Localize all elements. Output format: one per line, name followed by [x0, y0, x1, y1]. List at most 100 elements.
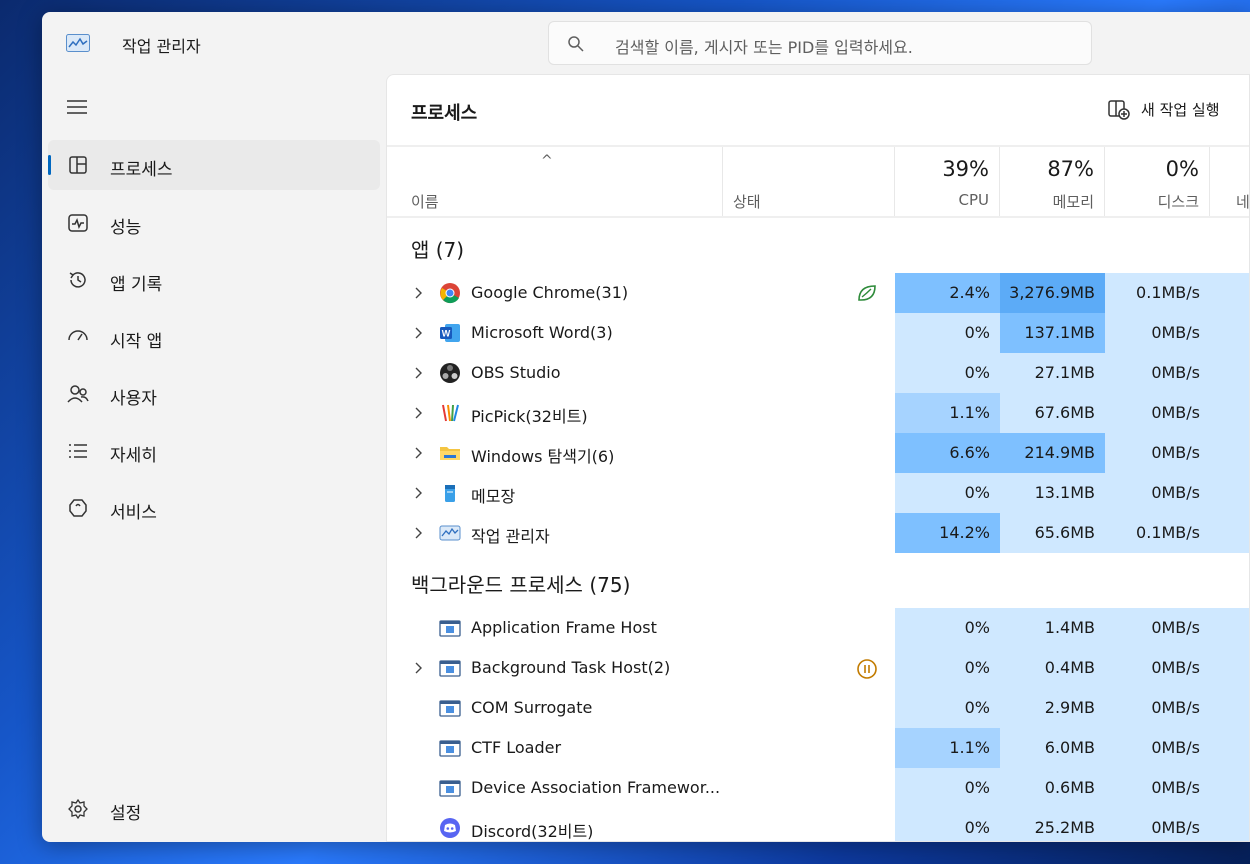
disk-cell: 0MB/s — [1105, 728, 1210, 768]
disk-cell: 0.1MB/s — [1105, 273, 1210, 313]
cpu-cell: 1.1% — [895, 393, 1000, 433]
cpu-cell: 0% — [895, 808, 1000, 841]
disk-cell: 0MB/s — [1105, 393, 1210, 433]
process-row[interactable]: 작업 관리자 14.2% 65.6MB 0.1MB/s — [387, 513, 1249, 553]
chevron-right-icon[interactable] — [413, 325, 423, 341]
memory-cell: 25.2MB — [1000, 808, 1105, 841]
cpu-cell: 0% — [895, 473, 1000, 513]
services-icon — [69, 499, 87, 517]
sidebar-item-settings[interactable]: 설정 — [48, 784, 380, 834]
memory-cell: 137.1MB — [1000, 313, 1105, 353]
column-label: 이름 — [411, 193, 439, 211]
column-header-status[interactable]: 상태 — [723, 147, 895, 217]
chevron-right-icon[interactable] — [413, 660, 423, 676]
run-new-task-label: 새 작업 실행 — [1141, 101, 1220, 119]
disk-cell: 0MB/s — [1105, 353, 1210, 393]
users-icon — [67, 385, 89, 403]
folder-icon — [440, 447, 460, 460]
network-cell — [1210, 353, 1249, 393]
network-cell — [1210, 473, 1249, 513]
sidebar-item-label: 서비스 — [110, 503, 157, 523]
column-label: 디스크 — [1157, 193, 1199, 211]
disk-cell: 0MB/s — [1105, 313, 1210, 353]
memory-cell: 214.9MB — [1000, 433, 1105, 473]
process-name: Discord(32비트) — [471, 822, 594, 841]
column-label: 메모리 — [1052, 193, 1094, 211]
disk-total: 0% — [1165, 157, 1199, 181]
process-row[interactable]: PicPick(32비트) 1.1% 67.6MB 0MB/s — [387, 393, 1249, 433]
process-name: 메모장 — [471, 487, 516, 506]
app-history-icon — [69, 272, 86, 288]
process-row[interactable]: Windows 탐색기(6) 6.6% 214.9MB 0MB/s — [387, 433, 1249, 473]
process-name: Background Task Host(2) — [471, 658, 671, 677]
obs-icon — [440, 363, 460, 383]
sidebar-item-users[interactable]: 사용자 — [48, 369, 380, 419]
chevron-right-icon[interactable] — [413, 445, 423, 461]
sidebar-item-app-history[interactable]: 앱 기록 — [48, 255, 380, 305]
process-row[interactable]: Device Association Framewor... 0% 0.6MB 0MB… — [387, 768, 1249, 808]
network-cell — [1210, 768, 1249, 808]
sidebar-item-startup-apps[interactable]: 시작 앱 — [48, 312, 380, 362]
search-input[interactable]: 검색할 이름, 게시자 또는 PID를 입력하세요. — [548, 21, 1092, 65]
network-cell — [1210, 273, 1249, 313]
column-header-name[interactable]: ^ 이름 — [387, 147, 723, 217]
processes-panel: 프로세스 새 작업 실행 ^ 이름 상태 39% CPU 87% 메모리 0% … — [386, 74, 1250, 842]
process-row[interactable]: CTF Loader 1.1% 6.0MB 0MB/s — [387, 728, 1249, 768]
efficiency-leaf-icon — [858, 285, 876, 301]
sidebar-item-label: 프로세스 — [110, 160, 173, 180]
disk-cell: 0MB/s — [1105, 808, 1210, 841]
chevron-right-icon[interactable] — [413, 525, 423, 541]
process-name: Microsoft Word(3) — [471, 323, 613, 342]
svg-text:W: W — [442, 329, 451, 339]
memory-cell: 6.0MB — [1000, 728, 1105, 768]
column-header-network[interactable]: 네 — [1210, 147, 1249, 217]
chevron-right-icon[interactable] — [413, 285, 423, 301]
sidebar-item-details[interactable]: 자세히 — [48, 426, 380, 476]
process-name: OBS Studio — [471, 363, 561, 382]
task-manager-icon — [439, 525, 461, 541]
memory-cell: 27.1MB — [1000, 353, 1105, 393]
process-row[interactable]: W Microsoft Word(3) 0% 137.1MB 0MB/s — [387, 313, 1249, 353]
memory-cell: 0.6MB — [1000, 768, 1105, 808]
cpu-total: 39% — [942, 157, 989, 181]
sidebar-item-processes[interactable]: 프로세스 — [48, 140, 380, 190]
page-title: 프로세스 — [411, 103, 478, 124]
sidebar-item-label: 설정 — [110, 804, 142, 824]
sidebar-item-services[interactable]: 서비스 — [48, 483, 380, 533]
process-row[interactable]: OBS Studio 0% 27.1MB 0MB/s — [387, 353, 1249, 393]
memory-cell: 67.6MB — [1000, 393, 1105, 433]
column-header-memory[interactable]: 87% 메모리 — [1000, 147, 1105, 217]
discord-icon — [440, 818, 460, 838]
window-icon — [439, 700, 461, 717]
sidebar-item-label: 성능 — [110, 218, 142, 238]
gear-icon — [68, 798, 88, 820]
cpu-cell: 0% — [895, 313, 1000, 353]
picpick-icon — [442, 404, 459, 422]
hamburger-menu-icon[interactable] — [66, 98, 88, 116]
column-label: 상태 — [733, 193, 761, 211]
cpu-cell: 0% — [895, 688, 1000, 728]
process-row[interactable]: COM Surrogate 0% 2.9MB 0MB/s — [387, 688, 1249, 728]
cpu-cell: 6.6% — [895, 433, 1000, 473]
chevron-right-icon[interactable] — [413, 405, 423, 421]
process-row[interactable]: Background Task Host(2) 0% 0.4MB 0MB/s — [387, 648, 1249, 688]
chevron-right-icon[interactable] — [413, 485, 423, 501]
process-row[interactable]: Discord(32비트) 0% 25.2MB 0MB/s — [387, 808, 1249, 841]
cpu-cell: 0% — [895, 353, 1000, 393]
network-cell — [1210, 393, 1249, 433]
network-cell — [1210, 808, 1249, 841]
process-row[interactable]: 메모장 0% 13.1MB 0MB/s — [387, 473, 1249, 513]
column-header-cpu[interactable]: 39% CPU — [895, 147, 1000, 217]
column-header-disk[interactable]: 0% 디스크 — [1105, 147, 1210, 217]
sidebar-item-performance[interactable]: 성능 — [48, 198, 380, 248]
process-name: Google Chrome(31) — [471, 283, 629, 302]
process-row[interactable]: Application Frame Host 0% 1.4MB 0MB/s — [387, 608, 1249, 648]
window-icon — [439, 740, 461, 757]
notepad-icon — [445, 485, 455, 502]
disk-cell: 0.1MB/s — [1105, 513, 1210, 553]
chevron-right-icon[interactable] — [413, 365, 423, 381]
word-icon: W — [440, 324, 460, 342]
search-icon — [568, 36, 584, 52]
process-row[interactable]: Google Chrome(31) 2.4% 3,276.9MB 0.1MB/s — [387, 273, 1249, 313]
process-name: Device Association Framewor... — [471, 778, 721, 797]
